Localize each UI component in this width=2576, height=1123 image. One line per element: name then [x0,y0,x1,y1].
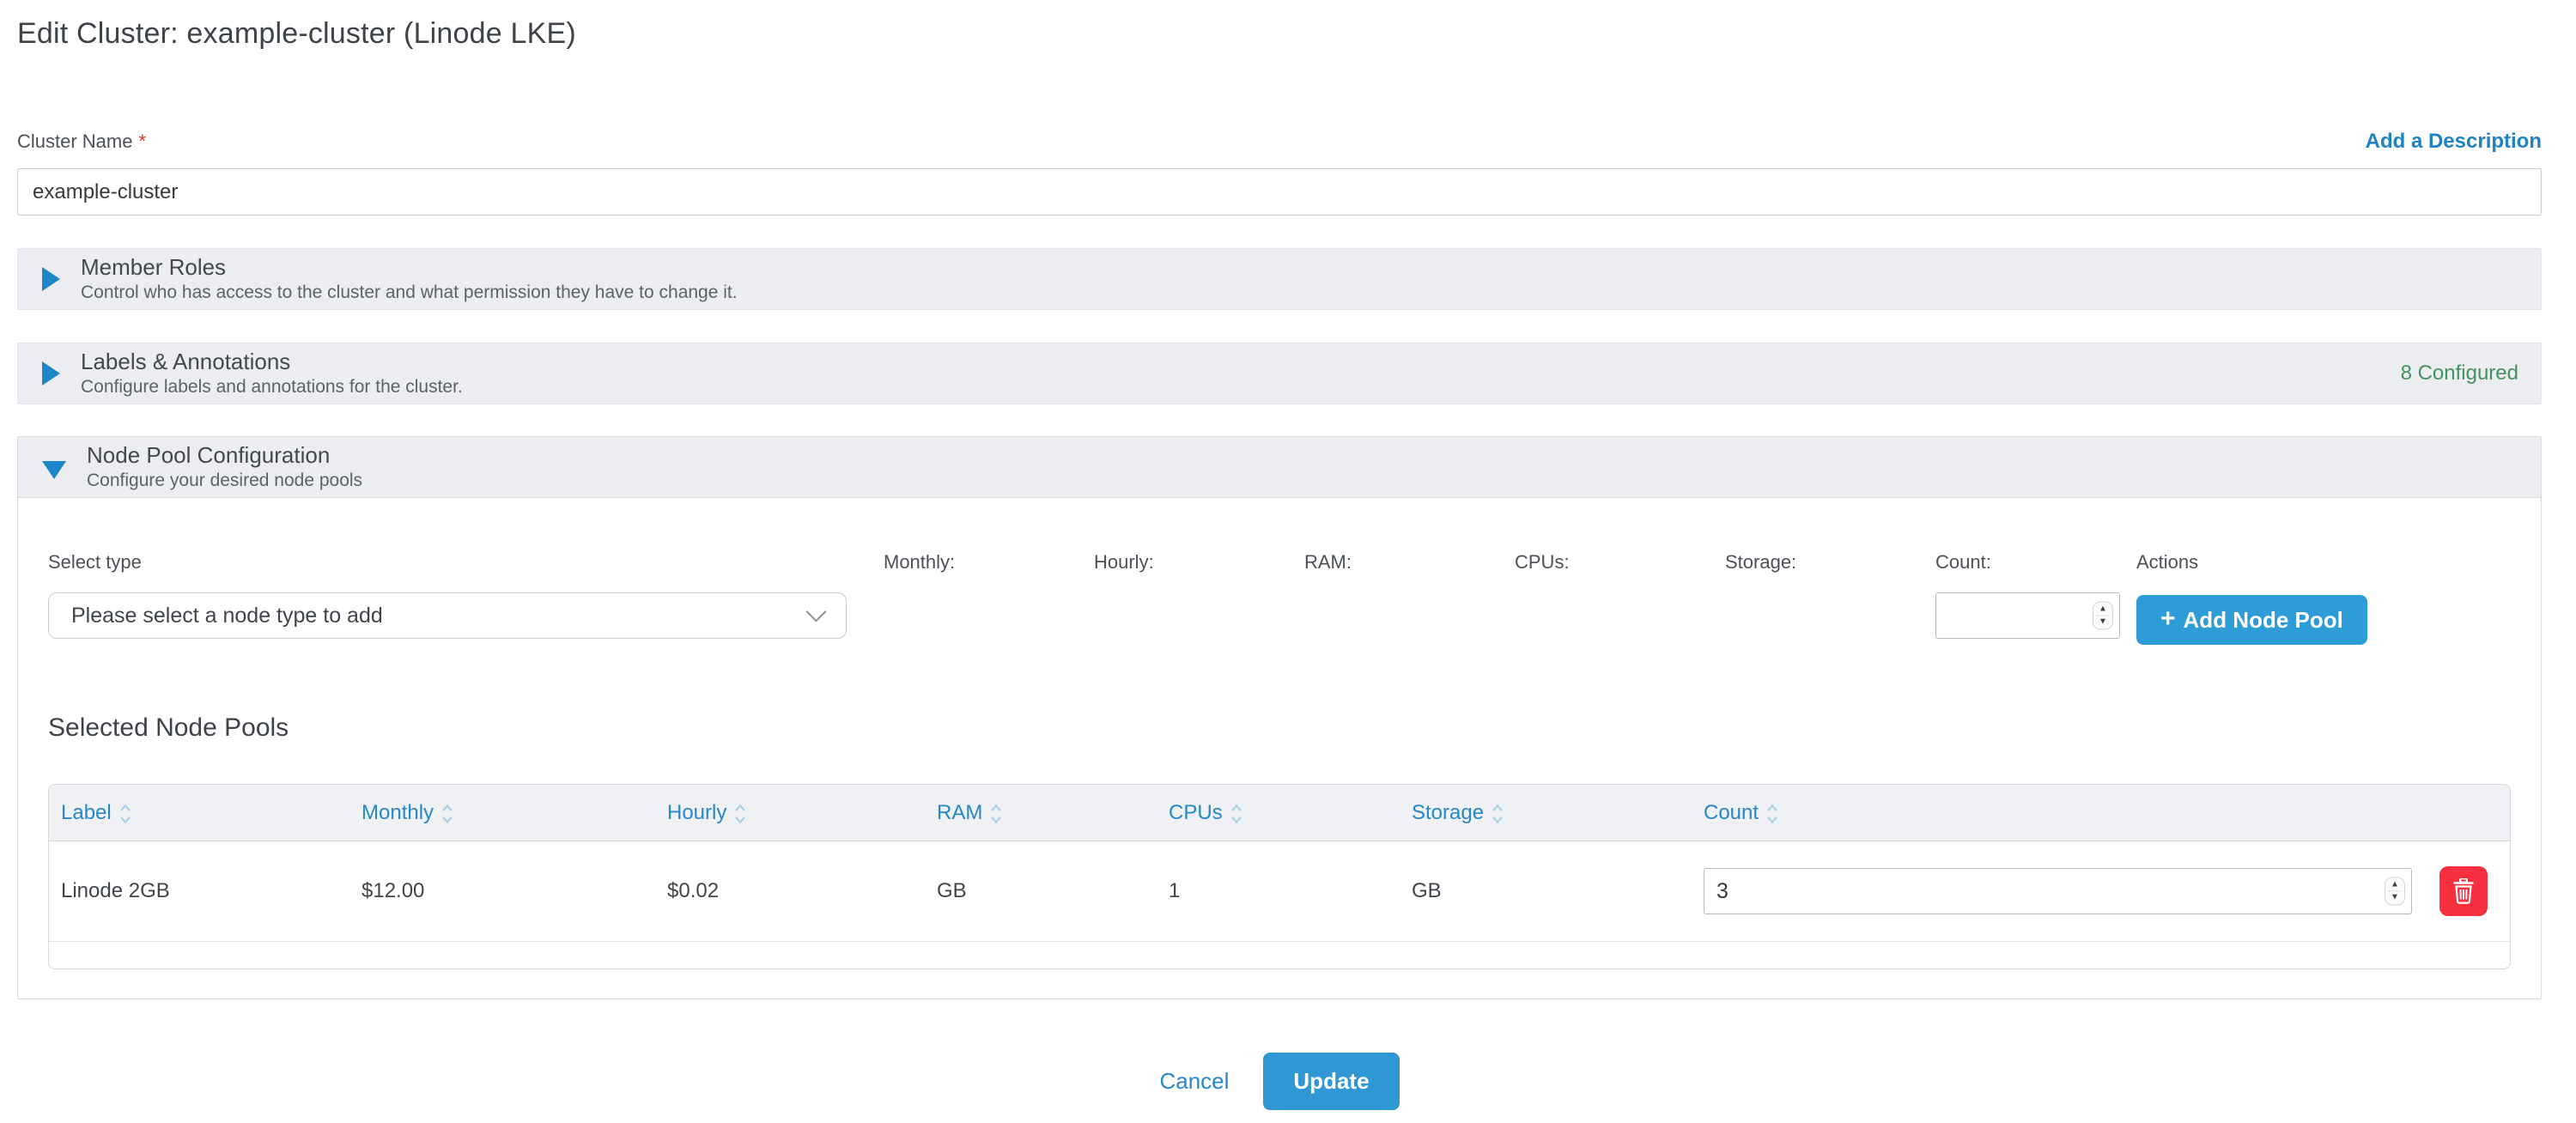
section-title: Member Roles [81,255,738,281]
cell-hourly: $0.02 [667,879,937,903]
spinner-down-icon[interactable]: ▼ [2099,618,2107,627]
required-asterisk: * [138,131,146,152]
chevron-down-icon [805,601,826,622]
node-type-select[interactable]: Please select a node type to add [48,592,847,639]
form-footer-actions: Cancel Update [17,1053,2542,1110]
cluster-name-label: Cluster Name* [17,131,146,153]
actions-group: Actions + Add Node Pool [2136,551,2367,645]
trash-icon [2452,878,2475,904]
stat-storage-label: Storage: [1725,551,1935,574]
row-count-input[interactable] [1704,869,2411,914]
section-labels-annotations-text: Labels & Annotations Configure labels an… [81,349,463,398]
edit-cluster-page: Edit Cluster: example-cluster (Linode LK… [0,0,2576,1110]
select-type-label: Select type [48,551,847,574]
stat-hourly: Hourly: [1094,551,1304,639]
spinner-divider [2389,891,2401,892]
section-subtitle: Configure labels and annotations for the… [81,377,463,398]
sort-icon[interactable] [1492,803,1504,825]
select-type-group: Select type Please select a node type to… [48,551,847,639]
stat-storage: Storage: [1725,551,1935,639]
number-spinner[interactable]: ▲ ▼ [2093,602,2113,630]
chevron-right-icon [42,267,60,291]
stat-cpus-label: CPUs: [1515,551,1725,574]
add-node-pool-form: Select type Please select a node type to… [48,551,2511,645]
section-member-roles-text: Member Roles Control who has access to t… [81,255,738,304]
section-node-pool-text: Node Pool Configuration Configure your d… [87,443,362,492]
stat-hourly-value [1094,592,1304,639]
table-row: Linode 2GB $12.00 $0.02 GB 1 GB ▲ ▼ [49,841,2510,942]
stat-monthly-label: Monthly: [884,551,1094,574]
cluster-name-input[interactable] [17,168,2542,215]
spinner-up-icon[interactable]: ▲ [2099,605,2107,614]
sort-icon[interactable] [990,803,1002,825]
column-header-count[interactable]: Count [1704,801,2510,825]
column-header-monthly[interactable]: Monthly [361,801,667,825]
stat-ram-label: RAM: [1304,551,1515,574]
column-header-cpus[interactable]: CPUs [1169,801,1412,825]
section-subtitle: Control who has access to the cluster an… [81,282,738,303]
count-group: Count: ▲ ▼ [1935,551,2120,639]
add-description-link[interactable]: Add a Description [2366,130,2542,154]
section-labels-annotations[interactable]: Labels & Annotations Configure labels an… [17,343,2542,404]
table-header-row: Label Monthly Hourly RAM [49,785,2510,841]
count-label: Count: [1935,551,2120,574]
cancel-button[interactable]: Cancel [1159,1068,1229,1095]
stat-ram-value [1304,592,1515,639]
section-title: Labels & Annotations [81,349,463,375]
node-pools-table: Label Monthly Hourly RAM [48,784,2511,969]
table-footer-strip [49,942,2510,968]
sort-icon[interactable] [1230,803,1242,825]
column-header-ram[interactable]: RAM [937,801,1169,825]
sort-icon[interactable] [734,803,746,825]
stat-hourly-label: Hourly: [1094,551,1304,574]
stat-storage-value [1725,592,1935,639]
node-pool-panel-body: Select type Please select a node type to… [18,551,2541,999]
cell-count: ▲ ▼ [1704,866,2510,916]
cell-ram: GB [937,879,1169,903]
update-button[interactable]: Update [1263,1053,1399,1110]
stat-monthly-value [884,592,1094,639]
cell-storage: GB [1412,879,1704,903]
row-count-input-wrap: ▲ ▼ [1704,868,2412,914]
delete-node-pool-button[interactable] [2439,866,2488,916]
add-node-pool-button[interactable]: + Add Node Pool [2136,595,2367,645]
column-header-label[interactable]: Label [61,801,361,825]
cluster-name-header-row: Cluster Name* Add a Description [17,130,2542,154]
section-subtitle: Configure your desired node pools [87,470,362,491]
configured-badge: 8 Configured [2401,361,2518,385]
number-spinner[interactable]: ▲ ▼ [2385,877,2405,906]
section-node-pool-configuration[interactable]: Node Pool Configuration Configure your d… [18,437,2541,498]
stat-cpus-value [1515,592,1725,639]
section-title: Node Pool Configuration [87,443,362,469]
actions-label: Actions [2136,551,2367,574]
cell-monthly: $12.00 [361,879,667,903]
chevron-right-icon [42,361,60,385]
sort-icon[interactable] [119,803,131,825]
column-header-storage[interactable]: Storage [1412,801,1704,825]
chevron-down-icon [42,461,66,479]
count-input-wrap: ▲ ▼ [1935,592,2120,639]
plus-icon: + [2160,604,2176,634]
spinner-down-icon[interactable]: ▼ [2391,894,2399,902]
cell-cpus: 1 [1169,879,1412,903]
add-node-pool-button-label: Add Node Pool [2184,607,2343,634]
node-pool-configuration-panel: Node Pool Configuration Configure your d… [17,436,2542,999]
cell-label: Linode 2GB [61,879,361,903]
stat-monthly: Monthly: [884,551,1094,639]
section-member-roles[interactable]: Member Roles Control who has access to t… [17,248,2542,310]
column-header-hourly[interactable]: Hourly [667,801,937,825]
node-type-select-value: Please select a node type to add [71,604,383,628]
selected-node-pools-heading: Selected Node Pools [48,713,2511,743]
stat-ram: RAM: [1304,551,1515,639]
sort-icon[interactable] [441,803,453,825]
stat-cpus: CPUs: [1515,551,1725,639]
sort-icon[interactable] [1766,803,1778,825]
spinner-up-icon[interactable]: ▲ [2391,881,2399,889]
page-title: Edit Cluster: example-cluster (Linode LK… [17,17,2542,51]
